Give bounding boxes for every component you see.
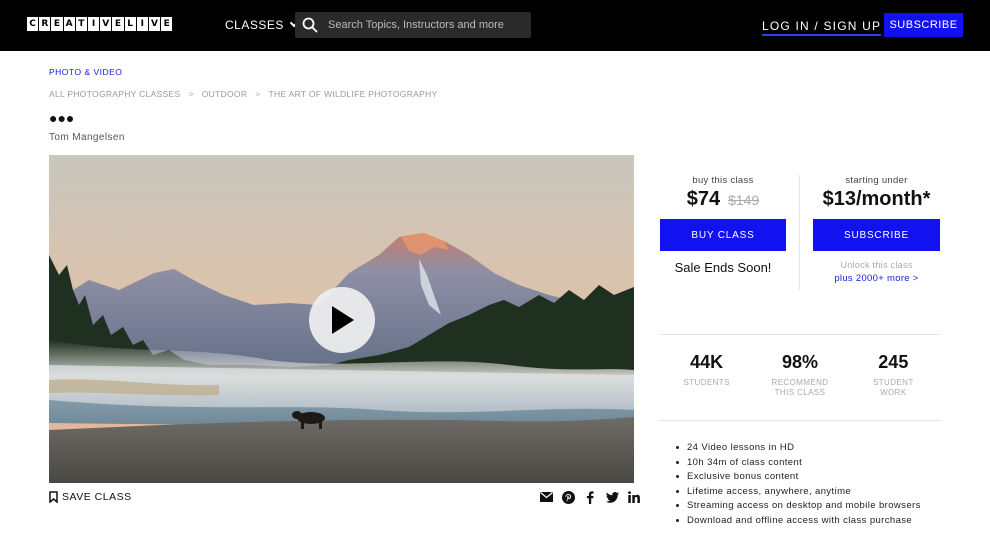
stat-label: STUDENTS xyxy=(683,378,730,387)
list-item: 24 Video lessons in HD xyxy=(676,441,946,454)
pinterest-icon[interactable] xyxy=(561,490,575,504)
price-row: $74 $149 xyxy=(660,188,786,211)
list-item: Exclusive bonus content xyxy=(676,470,946,483)
course-title-placeholder: ●●● xyxy=(49,110,75,126)
list-item: Streaming access on desktop and mobile b… xyxy=(676,499,946,512)
twitter-icon[interactable] xyxy=(605,490,619,504)
divider xyxy=(660,420,940,421)
stat-label: STUDENT WORK xyxy=(873,378,914,397)
logo-letter: V xyxy=(148,17,161,31)
logo-letter: E xyxy=(51,17,63,31)
breadcrumb-item[interactable]: OUTDOOR xyxy=(202,89,248,99)
play-icon xyxy=(332,306,354,334)
subscription-price-row: $13/month* xyxy=(813,188,940,211)
top-navigation-bar: C R E A T I V E L I V E CLASSES LOG IN /… xyxy=(0,0,990,51)
original-price: $149 xyxy=(728,192,760,208)
stat-value: 245 xyxy=(878,352,909,372)
sale-notice: Sale Ends Soon! xyxy=(674,260,772,275)
stat-value: 98% xyxy=(781,352,818,372)
video-player[interactable] xyxy=(49,155,634,483)
logo-letter: E xyxy=(112,17,124,31)
breadcrumb-item[interactable]: ALL PHOTOGRAPHY CLASSES xyxy=(49,89,180,99)
stat-recommend: 98% RECOMMEND THIS CLASS xyxy=(753,352,846,398)
purchase-divider xyxy=(799,175,800,290)
save-class-label: SAVE CLASS xyxy=(62,491,132,503)
more-classes-link[interactable]: plus 2000+ more > xyxy=(813,273,940,284)
list-item: Download and offline access with class p… xyxy=(676,514,946,527)
list-item: 10h 34m of class content xyxy=(676,456,946,469)
buy-class-button[interactable]: BUY CLASS xyxy=(660,219,786,251)
logo-letter: E xyxy=(161,17,173,31)
linkedin-icon[interactable] xyxy=(627,490,641,504)
buy-class-panel: buy this class $74 $149 BUY CLASS Sale E… xyxy=(660,175,786,275)
list-item: Lifetime access, anywhere, anytime xyxy=(676,485,946,498)
search-input[interactable] xyxy=(328,19,518,31)
unlock-text: Unlock this class xyxy=(840,260,913,270)
classes-menu-label: CLASSES xyxy=(225,18,284,32)
breadcrumb-separator: > xyxy=(188,89,194,99)
logo-letter: A xyxy=(63,17,75,31)
divider xyxy=(660,334,940,335)
stat-students: 44K STUDENTS xyxy=(660,352,753,398)
logo-letter: V xyxy=(100,17,112,31)
logo-letter: I xyxy=(87,17,100,31)
stat-label: RECOMMEND THIS CLASS xyxy=(771,378,829,397)
search-bar xyxy=(295,12,531,38)
category-link[interactable]: PHOTO & VIDEO xyxy=(49,67,122,77)
logo-letter: I xyxy=(136,17,148,31)
email-icon[interactable] xyxy=(539,490,553,504)
current-price: $74 xyxy=(686,188,721,210)
subscribe-panel: starting under $13/month* SUBSCRIBE Unlo… xyxy=(813,175,940,284)
subscription-price: $13/month* xyxy=(822,188,931,210)
stat-value: 44K xyxy=(690,352,724,372)
breadcrumb-separator: > xyxy=(255,89,261,99)
bookmark-icon xyxy=(49,491,58,503)
subscription-label: starting under xyxy=(845,175,908,186)
share-links xyxy=(539,490,641,504)
facebook-icon[interactable] xyxy=(583,490,597,504)
class-stats: 44K STUDENTS 98% RECOMMEND THIS CLASS 24… xyxy=(660,352,940,398)
logo-letter: R xyxy=(39,17,51,31)
logo-letter: L xyxy=(124,17,136,31)
save-class-button[interactable]: SAVE CLASS xyxy=(49,491,132,503)
classes-menu[interactable]: CLASSES xyxy=(225,18,299,32)
buy-class-label: buy this class xyxy=(692,175,754,186)
instructor-name[interactable]: Tom Mangelsen xyxy=(49,132,125,143)
creativelive-logo[interactable]: C R E A T I V E L I V E xyxy=(27,17,173,31)
breadcrumb: ALL PHOTOGRAPHY CLASSES > OUTDOOR > THE … xyxy=(49,89,438,99)
search-icon xyxy=(302,17,318,33)
login-signup-link[interactable]: LOG IN / SIGN UP xyxy=(762,19,882,36)
play-button[interactable] xyxy=(309,287,375,353)
subscribe-button-header[interactable]: SUBSCRIBE xyxy=(884,13,963,37)
logo-letter: T xyxy=(75,17,87,31)
logo-letter: C xyxy=(27,17,39,31)
stat-student-work[interactable]: 245 STUDENT WORK xyxy=(847,352,940,398)
class-features-list: 24 Video lessons in HD 10h 34m of class … xyxy=(676,441,946,529)
subscribe-button[interactable]: SUBSCRIBE xyxy=(813,219,940,251)
breadcrumb-item[interactable]: THE ART OF WILDLIFE PHOTOGRAPHY xyxy=(269,89,438,99)
